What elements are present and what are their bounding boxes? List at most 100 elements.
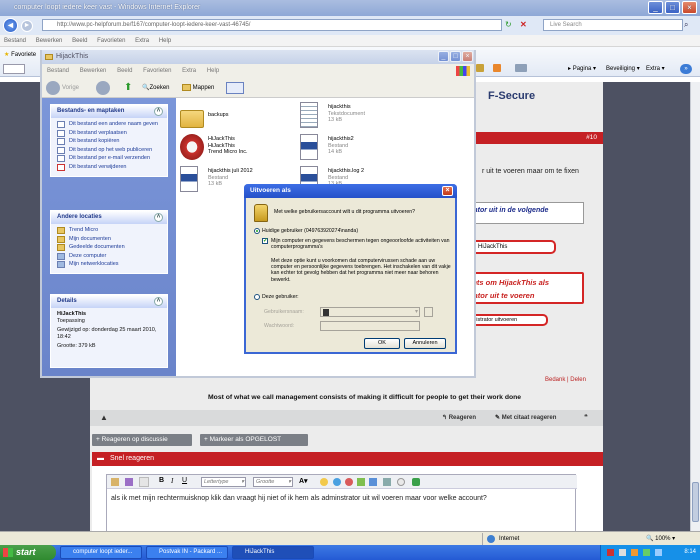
forward-button[interactable]: ►	[21, 20, 33, 32]
italic-button[interactable]: I	[171, 477, 173, 485]
video-icon[interactable]	[369, 478, 377, 486]
quote-icon[interactable]	[383, 478, 391, 486]
explorer-maximize[interactable]: □	[450, 51, 461, 62]
menu-beeld[interactable]: Beeld	[72, 38, 87, 44]
username-field[interactable]: ▾	[320, 307, 420, 317]
collapse-chevron-icon[interactable]: ˄	[154, 213, 163, 222]
explorer-minimize[interactable]: _	[438, 51, 449, 62]
home-icon[interactable]	[476, 64, 484, 72]
place-network[interactable]: Mijn netwerklocaties	[57, 261, 163, 269]
file-tasks-header[interactable]: Bestands- en maptaken ˄	[51, 105, 167, 118]
browse-users-button[interactable]	[424, 307, 433, 317]
size-select[interactable]: Grootte ▾	[253, 477, 293, 487]
feeds-icon[interactable]	[493, 64, 501, 72]
back-arrow-icon[interactable]	[46, 81, 60, 95]
protect-label[interactable]: Mijn computer en gegevens beschermen teg…	[271, 238, 451, 250]
up-arrow-icon[interactable]: ▲	[100, 413, 108, 422]
message-textarea[interactable]: als ik met mijn rechtermuisknop klik dan…	[111, 495, 571, 502]
exp-menu-bestand[interactable]: Bestand	[47, 68, 69, 74]
remove-format-icon[interactable]	[111, 478, 119, 486]
exp-menu-favorieten[interactable]: Favorieten	[143, 68, 171, 74]
start-button[interactable]: start	[0, 545, 56, 560]
edit-link[interactable]: Bedank | Delen	[545, 377, 586, 383]
help-icon[interactable]: »	[680, 64, 692, 74]
tray-icon[interactable]	[619, 549, 626, 556]
other-user-label[interactable]: Deze gebruiker:	[262, 294, 299, 300]
up-folder-icon[interactable]: ⬆	[124, 82, 134, 94]
stop-icon[interactable]: ✕	[520, 20, 530, 30]
place-shared-documents[interactable]: Gedeelde documenten	[57, 244, 163, 252]
views-icon[interactable]	[226, 82, 244, 94]
task-outlook[interactable]: Postvak IN - Packard ...	[146, 546, 228, 559]
menu-bewerken[interactable]: Bewerken	[36, 38, 63, 44]
menu-extra[interactable]: Extra	[135, 38, 149, 44]
back-label[interactable]: Vorige	[62, 78, 79, 98]
current-user-radio[interactable]	[254, 228, 260, 234]
place-trend-micro[interactable]: Trend Micro	[57, 227, 163, 234]
task-copy[interactable]: Dit bestand kopiëren	[57, 138, 163, 146]
ok-button[interactable]: OK	[364, 338, 400, 349]
forward-arrow-icon[interactable]	[96, 81, 110, 95]
task-publish[interactable]: Dit bestand op het web publiceren	[57, 146, 163, 154]
search-button[interactable]: 🔍Zoeken	[142, 78, 170, 98]
minimize-button[interactable]: _	[648, 1, 663, 14]
extra-menu[interactable]: Extra ▾	[646, 65, 665, 72]
page-scrollbar[interactable]	[690, 82, 700, 532]
collapse-icon[interactable]: ▬	[97, 452, 104, 466]
collapse-chevron-icon[interactable]: ˄	[154, 107, 163, 116]
page-menu[interactable]: ▸ Pagina ▾	[568, 65, 596, 72]
tray-icon[interactable]	[631, 549, 638, 556]
reply-button[interactable]: ↰ Reageren	[442, 414, 476, 421]
other-user-radio[interactable]	[254, 294, 260, 300]
explorer-close[interactable]: ×	[462, 51, 473, 62]
tray-icon[interactable]	[643, 549, 650, 556]
file-item[interactable]: hijackthis2 Bestand 14 kB	[300, 132, 410, 168]
password-field[interactable]	[320, 321, 420, 331]
check-icon[interactable]	[412, 478, 420, 486]
place-my-computer[interactable]: Deze computer	[57, 252, 163, 260]
protect-checkbox[interactable]: ✓	[262, 238, 268, 244]
task-hijackthis[interactable]: HiJackThis	[232, 546, 314, 559]
dialog-close-button[interactable]: ×	[442, 186, 453, 196]
task-ie[interactable]: computer loopt ieder...	[60, 546, 142, 559]
quote-reply-button[interactable]: ✎ Met citaat reageren	[495, 414, 556, 421]
current-user-label[interactable]: Huidige gebruiker (049763920274\nanda)	[262, 228, 358, 234]
search-input[interactable]: Live Search	[543, 19, 683, 31]
url-input[interactable]: http://www.pc-helpforum.be/f167/computer…	[42, 19, 502, 31]
menu-help[interactable]: Help	[159, 38, 171, 44]
exp-menu-bewerken[interactable]: Bewerken	[80, 68, 107, 74]
security-menu[interactable]: Beveiliging ▾	[606, 65, 640, 72]
other-places-header[interactable]: Andere locaties ˄	[51, 211, 167, 224]
folders-button[interactable]: Mappen	[182, 78, 214, 98]
menu-favorieten[interactable]: Favorieten	[97, 38, 125, 44]
details-header[interactable]: Details ˄	[51, 295, 167, 308]
task-rename[interactable]: Dit bestand een andere naam geven	[57, 121, 163, 128]
file-item[interactable]: hijackthis Tekstdocument 13 kB	[300, 100, 410, 136]
task-move[interactable]: Dit bestand verplaatsen	[57, 129, 163, 137]
switch-mode-icon[interactable]	[125, 478, 133, 486]
code-icon[interactable]	[397, 478, 405, 486]
font-select[interactable]: Lettertype ▾	[201, 477, 246, 487]
maximize-button[interactable]: □	[665, 1, 680, 14]
quick-tabs-icon[interactable]	[3, 64, 25, 74]
collapse-chevron-icon[interactable]: ˄	[154, 297, 163, 306]
back-button[interactable]: ◄	[3, 18, 18, 33]
menu-bestand[interactable]: Bestand	[4, 38, 26, 44]
reply-thread-button[interactable]: + Reageren op discussie	[92, 434, 192, 446]
smiley-icon[interactable]	[320, 478, 328, 486]
underline-button[interactable]: U	[182, 477, 187, 484]
text-color-button[interactable]: A▾	[299, 477, 308, 485]
volume-icon[interactable]	[655, 549, 662, 556]
cancel-button[interactable]: Annuleren	[404, 338, 446, 349]
task-email[interactable]: Dit bestand per e-mail verzenden	[57, 155, 163, 163]
print-icon[interactable]	[515, 64, 527, 72]
exp-menu-extra[interactable]: Extra	[182, 68, 196, 74]
link-icon[interactable]	[333, 478, 341, 486]
task-delete[interactable]: Dit bestand verwijderen	[57, 163, 163, 171]
favorites-button[interactable]: ★ Favoriete	[4, 51, 36, 58]
file-item[interactable]: HiJackThis HiJackThis Trend Micro Inc.	[180, 132, 290, 168]
refresh-icon[interactable]: ↻	[505, 20, 515, 30]
close-button[interactable]: ×	[682, 1, 697, 14]
place-my-documents[interactable]: Mijn documenten	[57, 235, 163, 243]
image-icon[interactable]	[357, 478, 365, 486]
